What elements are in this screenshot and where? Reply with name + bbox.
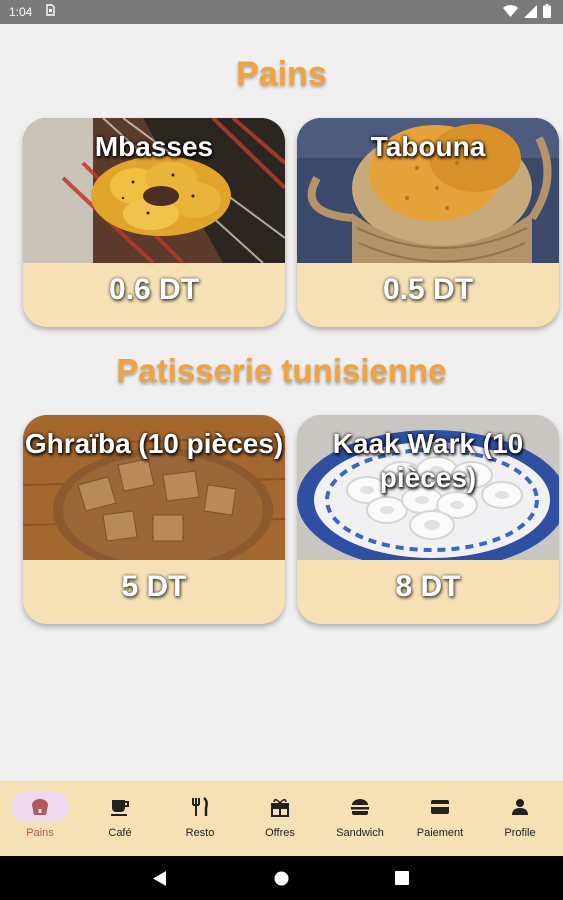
nav-label: Paiement (416, 827, 464, 839)
status-bar: 1:04 (0, 0, 563, 24)
restaurant-icon (192, 797, 208, 816)
bottom-navigation: Pains Café Resto Offres Sandwich Paiemen… (0, 781, 563, 856)
status-time: 1:04 (9, 5, 33, 19)
nav-item-pains[interactable]: Pains (0, 781, 80, 856)
gift-icon (271, 798, 289, 817)
burger-icon (351, 799, 369, 815)
person-icon (512, 799, 528, 815)
nav-item-sandwich[interactable]: Sandwich (320, 781, 400, 856)
nav-label: Sandwich (336, 827, 384, 839)
nav-label: Profile (504, 827, 536, 839)
nav-label: Offres (265, 827, 295, 839)
nav-item-offres[interactable]: Offres (240, 781, 320, 856)
recents-icon[interactable] (395, 871, 409, 885)
sim-card-icon (46, 4, 55, 16)
signal-icon (524, 4, 537, 18)
product-card-ghraiba[interactable]: Ghraïba (10 pièces) 5 DT (23, 415, 285, 624)
nav-label: Café (108, 827, 132, 839)
product-name: Mbasses (94, 131, 214, 162)
bread-icon (32, 799, 48, 815)
nav-label: Resto (185, 827, 215, 839)
nav-item-resto[interactable]: Resto (160, 781, 240, 856)
product-price: 0.5 DT (382, 273, 474, 306)
home-icon[interactable] (274, 871, 289, 886)
section-title-patisserie: Patisserie tunisienne (116, 352, 447, 389)
wifi-icon (503, 4, 518, 17)
product-price: 5 DT (121, 570, 187, 603)
section-title-pains: Pains (236, 55, 327, 93)
product-name: Kaak Wark (10 pièces) (332, 428, 524, 493)
product-price: 8 DT (395, 570, 461, 603)
system-navigation-bar (0, 856, 563, 900)
battery-icon (543, 4, 551, 18)
product-price: 0.6 DT (108, 273, 200, 306)
nav-label: Pains (26, 827, 54, 839)
product-name: Tabouna (370, 131, 486, 162)
product-card-tabouna[interactable]: Tabouna 0.5 DT (297, 118, 559, 327)
coffee-icon (111, 800, 129, 816)
nav-item-paiement[interactable]: Paiement (400, 781, 480, 856)
product-card-kaak-wark[interactable]: Kaak Wark (10 pièces) 8 DT (297, 415, 559, 624)
card-icon (431, 800, 449, 814)
nav-item-cafe[interactable]: Café (80, 781, 160, 856)
back-icon[interactable] (153, 871, 167, 886)
product-name: Ghraïba (10 pièces) (24, 428, 284, 459)
product-card-mbasses[interactable]: Mbasses 0.6 DT (23, 118, 285, 327)
nav-item-profile[interactable]: Profile (480, 781, 560, 856)
